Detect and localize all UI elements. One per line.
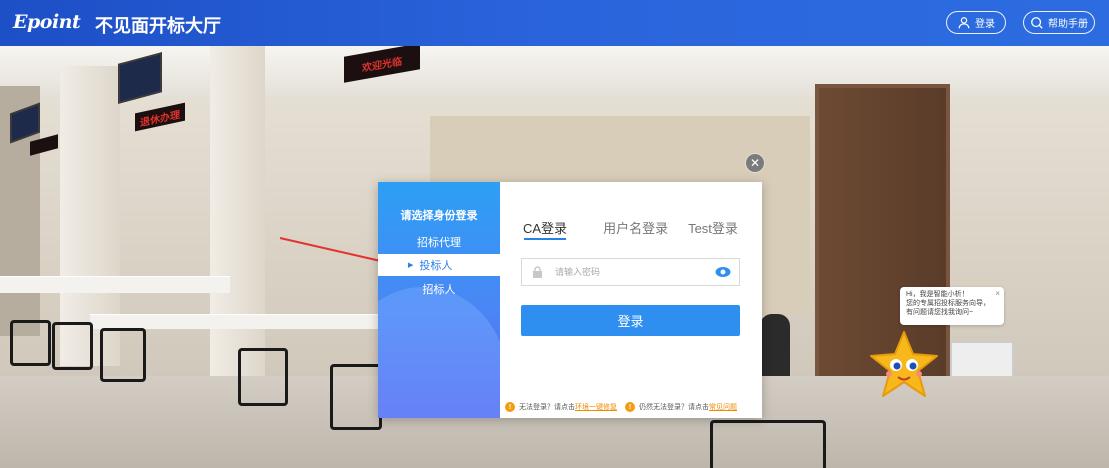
help-footer: ! 无法登录？请点击 环境一键修复 ! 仍然无法登录？请点击 常见问题 [505, 402, 737, 412]
role-option-tenderer[interactable]: 招标人 [378, 278, 500, 300]
assistant-bubble: × Hi，我是智能小析！ 您的专属招投标服务向导， 有问题请您找我询问~ [900, 287, 1004, 325]
led-sign: 退休办理 [135, 102, 185, 132]
active-tab-indicator [524, 238, 566, 240]
env-repair-link[interactable]: 环境一键修复 [575, 402, 617, 412]
chair [710, 420, 826, 468]
role-option-bidder[interactable]: ▶ 投标人 [378, 254, 500, 276]
assistant-greeting-2: 您的专属招投标服务向导， [906, 300, 990, 307]
footer-text-1: 无法登录？请点击 [519, 404, 575, 411]
service-counter [90, 314, 390, 329]
tab-test-login[interactable]: Test登录 [688, 218, 738, 237]
tab-username-login[interactable]: 用户名登录 [603, 218, 668, 237]
assistant-greeting-3: 有问题请您找我询问~ [906, 309, 974, 316]
password-input[interactable] [553, 266, 707, 278]
password-field-wrapper [521, 258, 740, 286]
login-tabs: CA登录 用户名登录 Test登录 [523, 218, 738, 237]
help-manual-label: 帮助手册 [1048, 19, 1088, 30]
search-icon [1031, 16, 1043, 29]
warning-icon: ! [505, 402, 515, 412]
login-header-button[interactable]: 登录 [946, 11, 1006, 34]
user-icon [958, 16, 970, 28]
assistant-greeting-1: Hi，我是智能小析！ [906, 291, 969, 298]
login-dialog: 请选择身份登录 招标代理 ▶ 投标人 招标人 CA登录 用户名登录 Test登录… [378, 182, 762, 418]
role-panel-title: 请选择身份登录 [400, 210, 478, 222]
chair [330, 364, 382, 430]
service-counter [0, 276, 230, 293]
epoint-logo: Epoint [13, 11, 81, 33]
chair [52, 322, 93, 370]
login-header-label: 登录 [975, 19, 995, 30]
login-button[interactable]: 登录 [521, 305, 740, 336]
close-icon: ✕ [749, 156, 761, 170]
tab-ca-login[interactable]: CA登录 [523, 218, 567, 237]
role-option-agency[interactable]: 招标代理 [378, 231, 500, 253]
footer-text-2: 仍然无法登录？请点击 [639, 404, 709, 411]
bubble-close-icon[interactable]: × [995, 289, 1000, 298]
lock-icon [533, 266, 542, 278]
chair [238, 348, 288, 406]
faq-link[interactable]: 常见问题 [709, 402, 737, 412]
show-password-eye-icon[interactable] [715, 266, 731, 278]
chair [10, 320, 51, 366]
app-title: 不见面开标大厅 [95, 16, 221, 36]
assistant-mascot-icon[interactable] [867, 330, 941, 402]
role-option-bidder-label: 投标人 [419, 260, 453, 272]
caret-right-icon: ▶ [408, 262, 414, 269]
top-bar: Epoint 不见面开标大厅 登录 帮助手册 [0, 0, 1109, 46]
chair [100, 328, 146, 382]
help-manual-button[interactable]: 帮助手册 [1023, 11, 1095, 34]
warning-icon: ! [625, 402, 635, 412]
person-figure [760, 314, 790, 384]
panel-decoration [378, 287, 500, 418]
dialog-close-button[interactable]: ✕ [745, 153, 765, 173]
role-panel: 请选择身份登录 招标代理 ▶ 投标人 招标人 [378, 182, 500, 418]
